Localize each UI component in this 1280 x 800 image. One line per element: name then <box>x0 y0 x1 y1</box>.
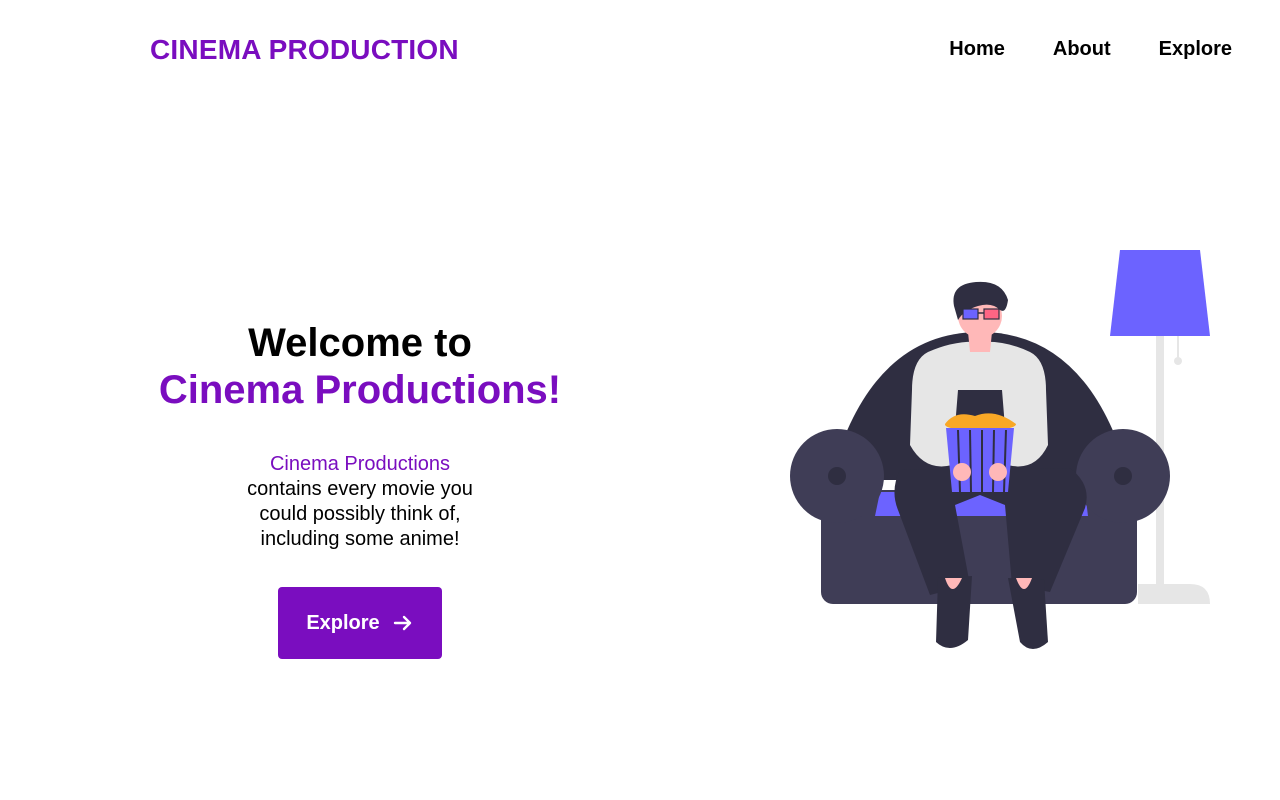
hero-description: Cinema Productions contains every movie … <box>110 452 610 552</box>
hero-desc-highlight: Cinema Productions <box>269 453 451 475</box>
arrow-right-icon <box>392 612 414 634</box>
landing-page: CINEMA PRODUCTION Home About Explore Wel… <box>0 0 1280 800</box>
hero-section: Welcome to Cinema Productions! Cinema Pr… <box>110 320 610 552</box>
explore-button[interactable]: Explore <box>278 587 442 659</box>
explore-button-label: Explore <box>306 611 380 634</box>
popcorn-bucket <box>944 413 1016 493</box>
hero-desc-body: contains every movie you could possibly … <box>247 478 473 550</box>
brand-logo-link[interactable]: CINEMA PRODUCTION <box>150 34 459 66</box>
hero-title-line1: Welcome to <box>248 321 472 365</box>
person-on-couch-illustration <box>780 240 1220 660</box>
hero-title-line2: Cinema Productions! <box>158 368 562 412</box>
nav-link-about[interactable]: About <box>1053 38 1111 61</box>
nav-links: Home About Explore <box>949 38 1232 61</box>
nav-link-home[interactable]: Home <box>949 38 1005 61</box>
hero-title: Welcome to Cinema Productions! <box>110 320 610 414</box>
navbar: CINEMA PRODUCTION Home About Explore <box>0 0 1280 100</box>
nav-link-explore[interactable]: Explore <box>1159 38 1232 61</box>
